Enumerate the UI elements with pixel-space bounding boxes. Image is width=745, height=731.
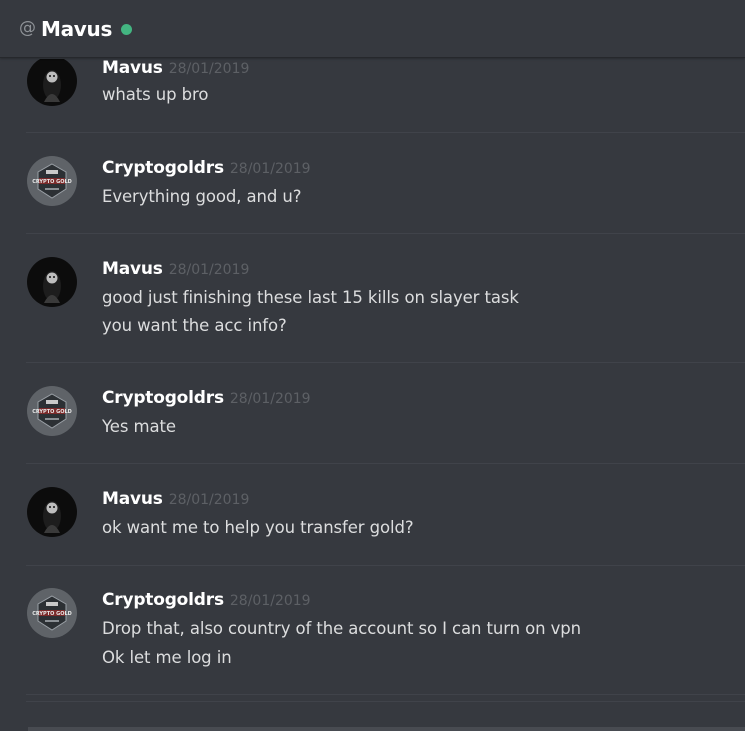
- message-divider: [26, 701, 745, 702]
- message-divider: [26, 132, 745, 133]
- dark-hooded-figure-avatar-icon[interactable]: [27, 487, 77, 537]
- message-text: whats up bro: [102, 85, 209, 104]
- message-composer-edge: [28, 727, 745, 731]
- crypto-gold-logo-avatar-icon[interactable]: CRYPTO GOLD: [27, 156, 77, 206]
- message-author[interactable]: Mavus: [102, 59, 163, 78]
- message-text: ok want me to help you transfer gold?: [102, 518, 414, 537]
- crypto-gold-logo-avatar-icon[interactable]: CRYPTO GOLD: [27, 386, 77, 436]
- message-text: good just finishing these last 15 kills …: [102, 288, 519, 307]
- dm-window: @ Mavus Mavus 28/01/2019 whats up bro CR…: [0, 0, 745, 731]
- message-text: you want the acc info?: [102, 316, 287, 335]
- message-timestamp: 28/01/2019: [168, 61, 250, 77]
- channel-title[interactable]: Mavus: [41, 17, 112, 41]
- message-divider: [26, 463, 745, 464]
- message-timestamp: 28/01/2019: [168, 492, 250, 508]
- message-divider: [26, 362, 745, 363]
- dark-hooded-figure-avatar-icon[interactable]: [27, 59, 77, 106]
- channel-header: @ Mavus: [0, 0, 745, 58]
- message-author[interactable]: Mavus: [102, 259, 163, 279]
- dark-hooded-figure-avatar-icon[interactable]: [27, 257, 77, 307]
- message-timestamp: 28/01/2019: [229, 391, 311, 407]
- message-author[interactable]: Cryptogoldrs: [102, 158, 224, 178]
- message-text: Ok let me log in: [102, 648, 232, 667]
- message-text: Drop that, also country of the account s…: [102, 619, 582, 638]
- avatar-logo-text: CRYPTO GOLD: [32, 409, 72, 415]
- message-timestamp: 28/01/2019: [229, 161, 311, 177]
- message-divider: [26, 694, 745, 695]
- at-icon: @: [19, 18, 36, 38]
- crypto-gold-logo-avatar-icon[interactable]: CRYPTO GOLD: [27, 588, 77, 638]
- message-list[interactable]: Mavus 28/01/2019 whats up bro CRYPTO GOLD…: [0, 59, 745, 731]
- message-text: Yes mate: [102, 417, 176, 436]
- message-author[interactable]: Mavus: [102, 489, 163, 509]
- message-text: Everything good, and u?: [102, 187, 302, 206]
- message-timestamp: 28/01/2019: [229, 593, 311, 609]
- avatar-logo-text: CRYPTO GOLD: [32, 611, 72, 617]
- message-author[interactable]: Cryptogoldrs: [102, 590, 224, 610]
- online-status-icon: [121, 23, 133, 35]
- message-divider: [26, 565, 745, 566]
- message-author[interactable]: Cryptogoldrs: [102, 388, 224, 408]
- message-divider: [26, 233, 745, 234]
- message-timestamp: 28/01/2019: [168, 262, 250, 278]
- avatar-logo-text: CRYPTO GOLD: [32, 179, 72, 185]
